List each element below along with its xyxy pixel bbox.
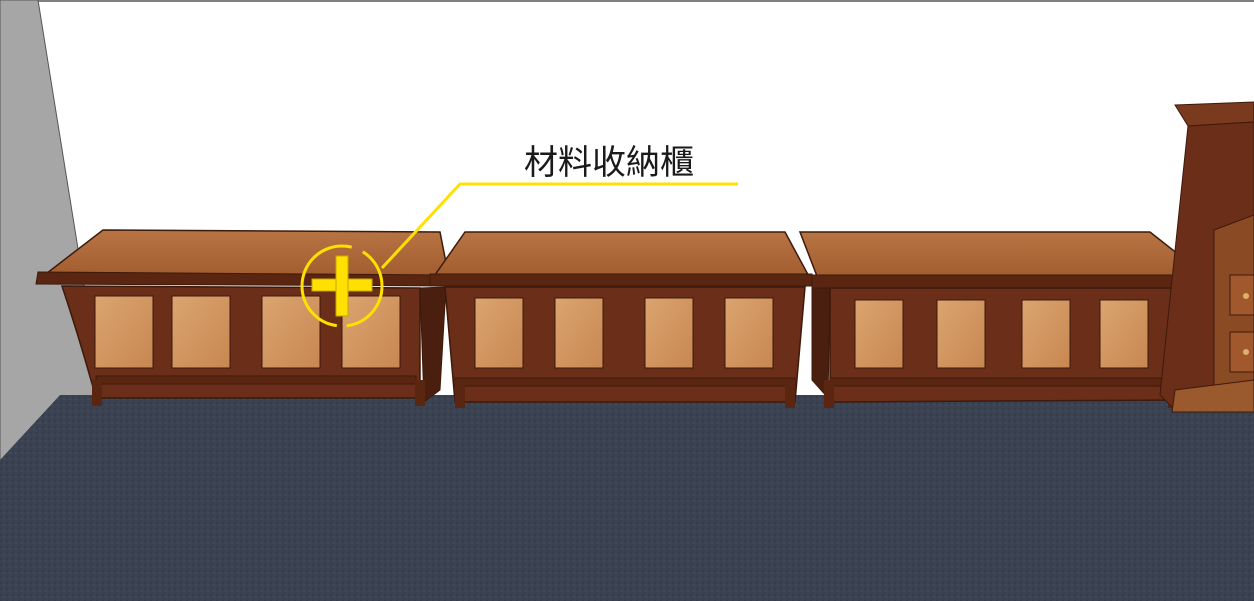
callout-label: 材料收納櫃 — [524, 143, 694, 183]
storage-cabinet[interactable] — [428, 231, 814, 408]
scene-svg: 材料收納櫃 — [0, 0, 1254, 601]
scene-viewport: 材料收納櫃 — [0, 0, 1254, 601]
carpet-floor — [0, 395, 1254, 601]
plus-circle-icon[interactable] — [300, 244, 384, 328]
storage-cabinet[interactable] — [798, 231, 1219, 408]
storage-cabinet[interactable] — [35, 229, 451, 406]
